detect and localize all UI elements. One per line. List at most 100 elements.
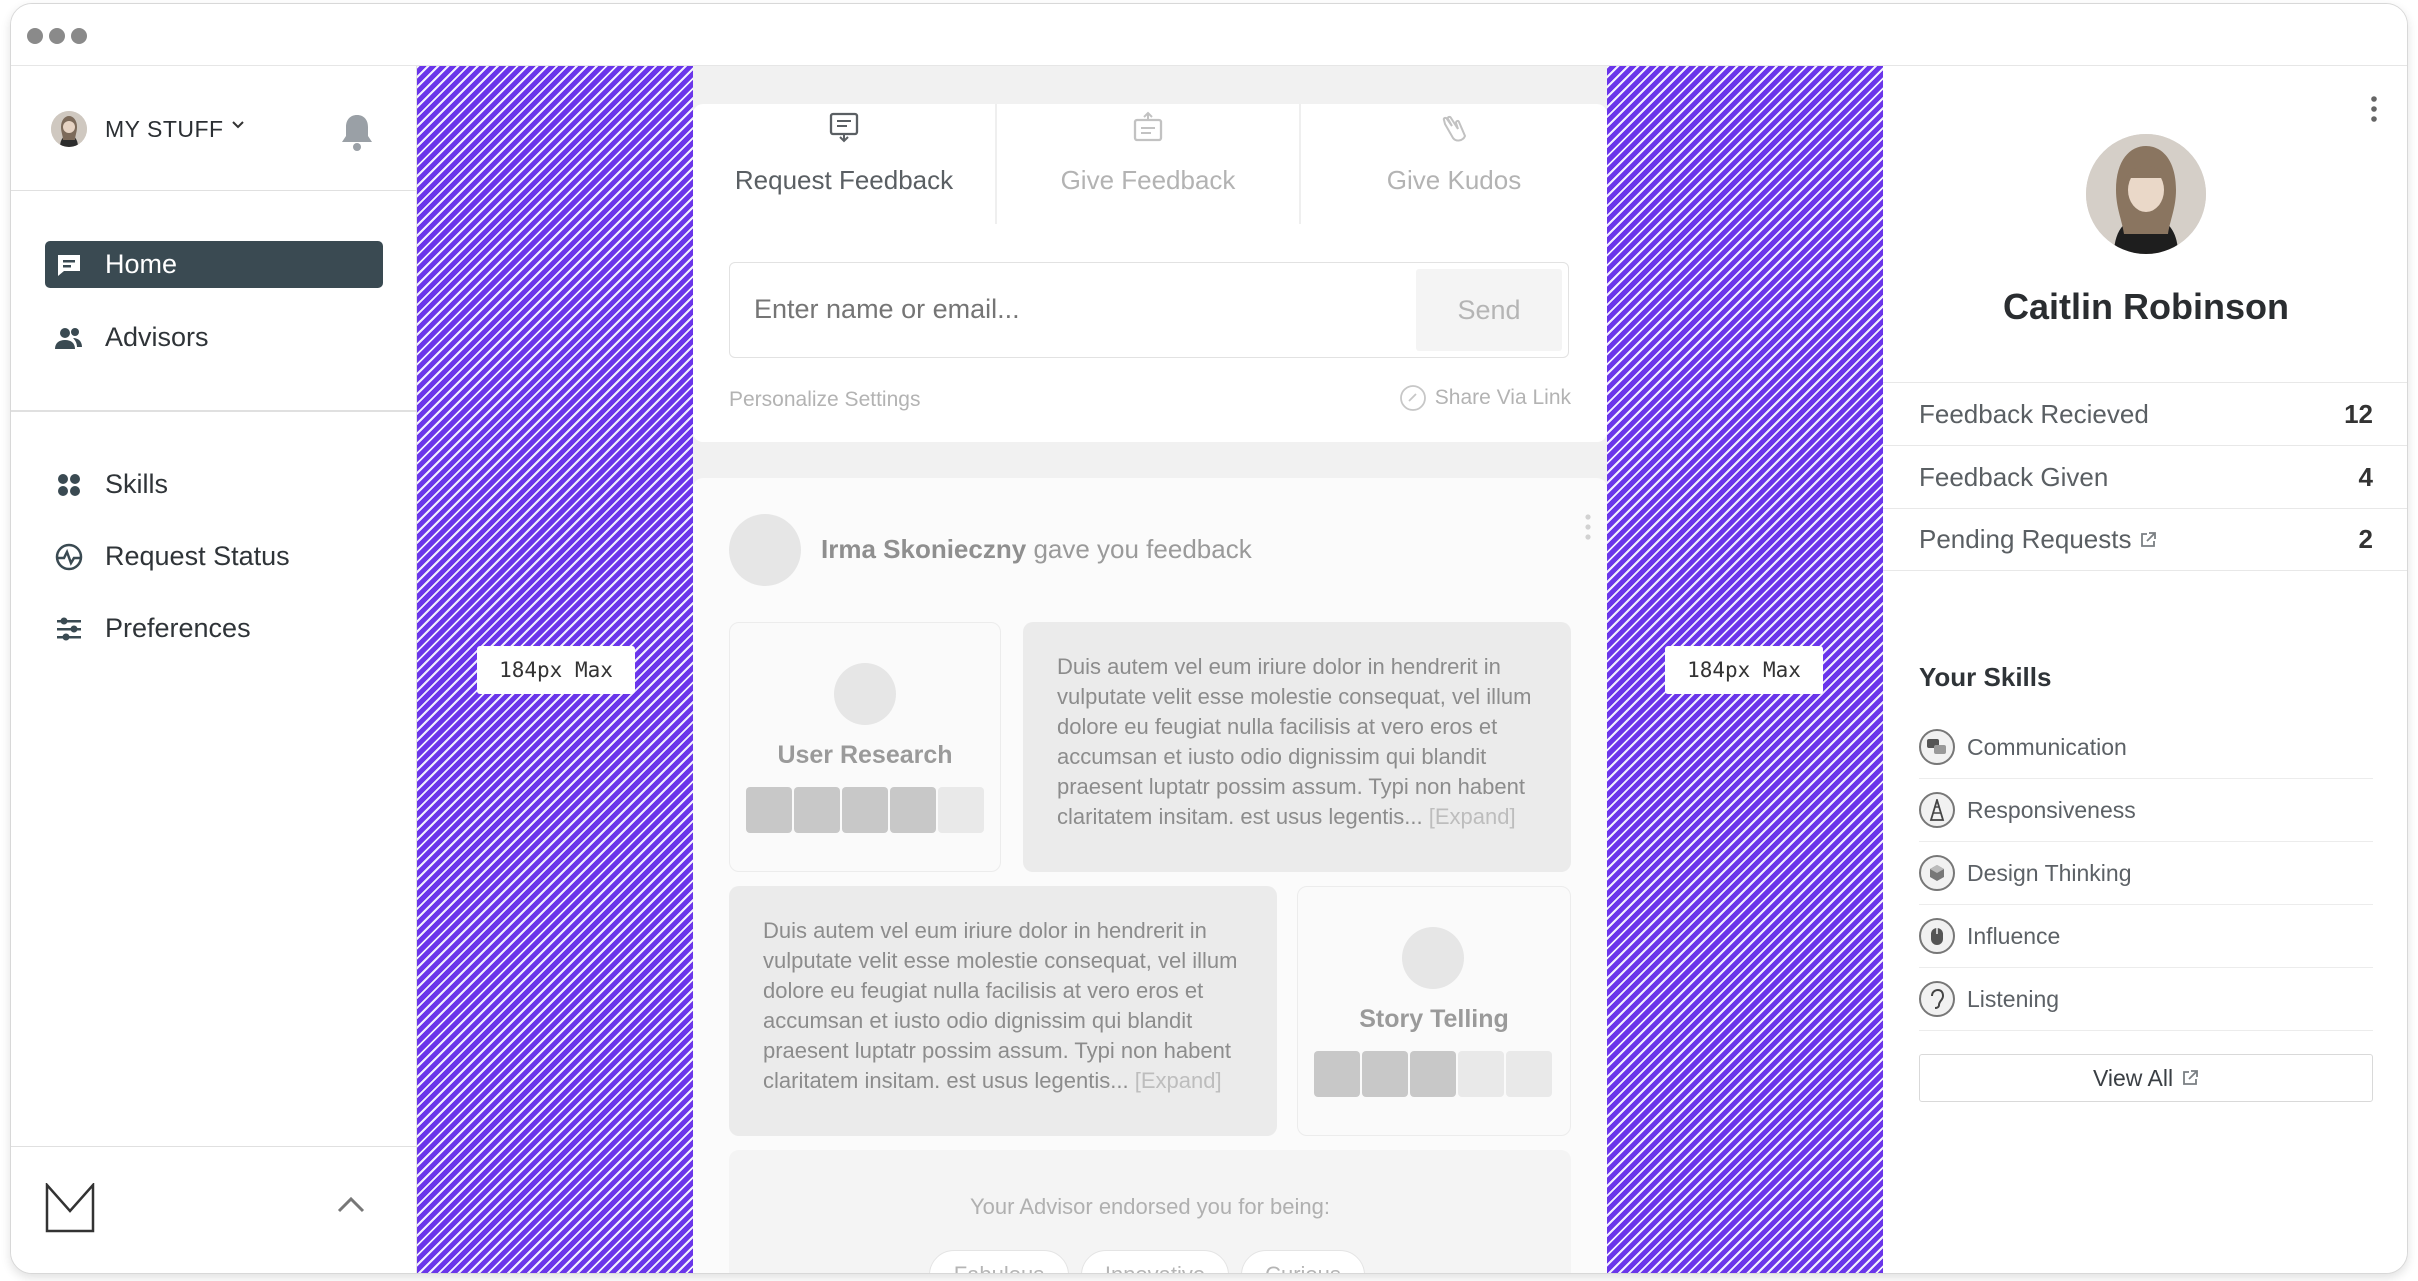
more-vertical-icon[interactable] xyxy=(2369,94,2379,129)
skill-label: Listening xyxy=(1967,985,2060,1012)
chevron-up-icon[interactable] xyxy=(335,1193,367,1222)
speech-bubbles-icon xyxy=(1919,729,1955,765)
skill-item-listening[interactable]: Listening xyxy=(1919,968,2373,1031)
stat-pending-requests[interactable]: Pending Requests 2 xyxy=(1883,508,2407,571)
title-bar xyxy=(11,4,2407,66)
rating-segment xyxy=(794,787,840,833)
skill-label: Influence xyxy=(1967,922,2061,949)
more-vertical-icon[interactable] xyxy=(1583,512,1593,547)
main-feed: Request Feedback Give Feedback Give Kudo… xyxy=(693,66,1607,1273)
feedback-headline: Irma Skonieczny gave you feedback xyxy=(821,534,1252,565)
sidebar-item-label: Request Status xyxy=(105,541,290,571)
expand-link[interactable]: [Expand] xyxy=(1135,1068,1222,1093)
stat-feedback-given[interactable]: Feedback Given 4 xyxy=(1883,445,2407,508)
endorsement-heading: Your Advisor endorsed you for being: xyxy=(970,1194,1330,1219)
rating-segment xyxy=(1314,1051,1360,1097)
grid-dots-icon xyxy=(51,470,87,500)
divider xyxy=(11,410,417,412)
skill-name: Story Telling xyxy=(1359,1005,1509,1033)
profile-panel: Caitlin Robinson Feedback Recieved 12 Fe… xyxy=(1883,66,2407,1273)
give-feedback-icon xyxy=(1131,110,1165,149)
sidebar-item-request-status[interactable]: Request Status xyxy=(45,533,383,580)
recipient-input-group: Send xyxy=(729,262,1569,358)
tab-label: Request Feedback xyxy=(734,165,954,195)
sidebar-footer xyxy=(11,1146,417,1273)
external-link-icon xyxy=(2139,531,2157,549)
feedback-action: gave you feedback xyxy=(1033,534,1252,564)
bell-icon[interactable] xyxy=(337,109,377,153)
rating-segment xyxy=(938,787,984,833)
profile-name: Caitlin Robinson xyxy=(2003,286,2289,327)
tab-label: Give Kudos xyxy=(1386,165,1522,195)
rating-segment xyxy=(1362,1051,1408,1097)
request-feedback-icon xyxy=(827,110,861,149)
skill-rating-card: Story Telling xyxy=(1297,886,1571,1136)
chevron-down-icon[interactable] xyxy=(229,116,247,140)
feedback-text: Duis autem vel eum iriure dolor in hendr… xyxy=(1023,622,1571,872)
stat-value: 4 xyxy=(2358,461,2373,492)
feedback-body: Duis autem vel eum iriure dolor in hendr… xyxy=(763,918,1238,1093)
stat-value: 2 xyxy=(2358,524,2373,554)
rating-segment xyxy=(842,787,888,833)
external-link-icon xyxy=(2181,1069,2199,1087)
right-gutter-spacer: 184px Max xyxy=(1607,66,1883,1273)
skill-icon xyxy=(1402,927,1464,989)
sidebar-header: MY STUFF xyxy=(11,66,416,191)
window-control-dot[interactable] xyxy=(71,28,87,44)
chat-bubble-icon xyxy=(51,250,87,280)
send-button[interactable]: Send xyxy=(1416,269,1562,351)
endorsement-pill: Curious xyxy=(1241,1250,1365,1273)
sidebar-item-label: Skills xyxy=(105,469,169,499)
sidebar-item-advisors[interactable]: Advisors xyxy=(45,314,383,361)
skill-name: User Research xyxy=(777,741,953,769)
rating-bar xyxy=(1314,1051,1552,1097)
avatar[interactable] xyxy=(729,514,801,586)
rating-segment xyxy=(1458,1051,1504,1097)
rating-bar xyxy=(746,787,984,833)
skill-item-communication[interactable]: Communication xyxy=(1919,716,2373,779)
share-via-link[interactable]: Share Via Link xyxy=(1399,384,1571,412)
left-gutter-spacer: 184px Max xyxy=(417,66,693,1273)
tab-give-kudos[interactable]: Give Kudos xyxy=(1301,104,1607,224)
account-menu-label[interactable]: MY STUFF xyxy=(105,116,224,143)
skill-item-influence[interactable]: Influence xyxy=(1919,905,2373,968)
tower-icon xyxy=(1919,792,1955,828)
sidebar-item-label: Home xyxy=(105,249,178,279)
sidebar-item-home[interactable]: Home xyxy=(45,241,383,288)
skill-item-responsiveness[interactable]: Responsiveness xyxy=(1919,779,2373,842)
avatar[interactable] xyxy=(51,111,87,147)
tab-give-feedback[interactable]: Give Feedback xyxy=(997,104,1299,224)
feedback-body: Duis autem vel eum iriure dolor in hendr… xyxy=(1057,654,1532,829)
endorsement-box: Your Advisor endorsed you for being: Fab… xyxy=(729,1150,1571,1273)
window-control-dot[interactable] xyxy=(27,28,43,44)
author-name[interactable]: Irma Skonieczny xyxy=(821,534,1026,564)
skill-item-design-thinking[interactable]: Design Thinking xyxy=(1919,842,2373,905)
skill-label: Design Thinking xyxy=(1967,859,2132,886)
stat-feedback-received[interactable]: Feedback Recieved 12 xyxy=(1883,382,2407,445)
endorsement-pill: Fabulous xyxy=(929,1250,1069,1273)
skill-label: Responsiveness xyxy=(1967,796,2136,823)
tab-request-feedback[interactable]: Request Feedback xyxy=(693,104,995,224)
window-control-dot[interactable] xyxy=(49,28,65,44)
rating-segment xyxy=(1506,1051,1552,1097)
mouse-icon xyxy=(1919,918,1955,954)
sidebar-item-preferences[interactable]: Preferences xyxy=(45,605,383,652)
sidebar-item-label: Advisors xyxy=(105,322,209,352)
sidebar-item-skills[interactable]: Skills xyxy=(45,461,383,508)
sliders-icon xyxy=(51,614,87,644)
gutter-size-label: 184px Max xyxy=(477,646,635,694)
rating-segment xyxy=(890,787,936,833)
view-all-label: View All xyxy=(2092,1064,2174,1091)
stat-label: Feedback Given xyxy=(1919,461,2109,492)
cube-icon xyxy=(1919,855,1955,891)
skill-rating-card: User Research xyxy=(729,622,1001,872)
feedback-card: Irma Skonieczny gave you feedback User R… xyxy=(693,478,1607,1273)
avatar[interactable] xyxy=(2086,134,2206,254)
stat-value: 12 xyxy=(2344,398,2373,429)
clapping-hands-icon xyxy=(1437,110,1471,149)
rating-segment xyxy=(746,787,792,833)
recipient-input[interactable] xyxy=(730,263,1420,355)
personalize-settings-link[interactable]: Personalize Settings xyxy=(729,388,920,412)
view-all-button[interactable]: View All xyxy=(1919,1054,2373,1102)
expand-link[interactable]: [Expand] xyxy=(1429,804,1516,829)
